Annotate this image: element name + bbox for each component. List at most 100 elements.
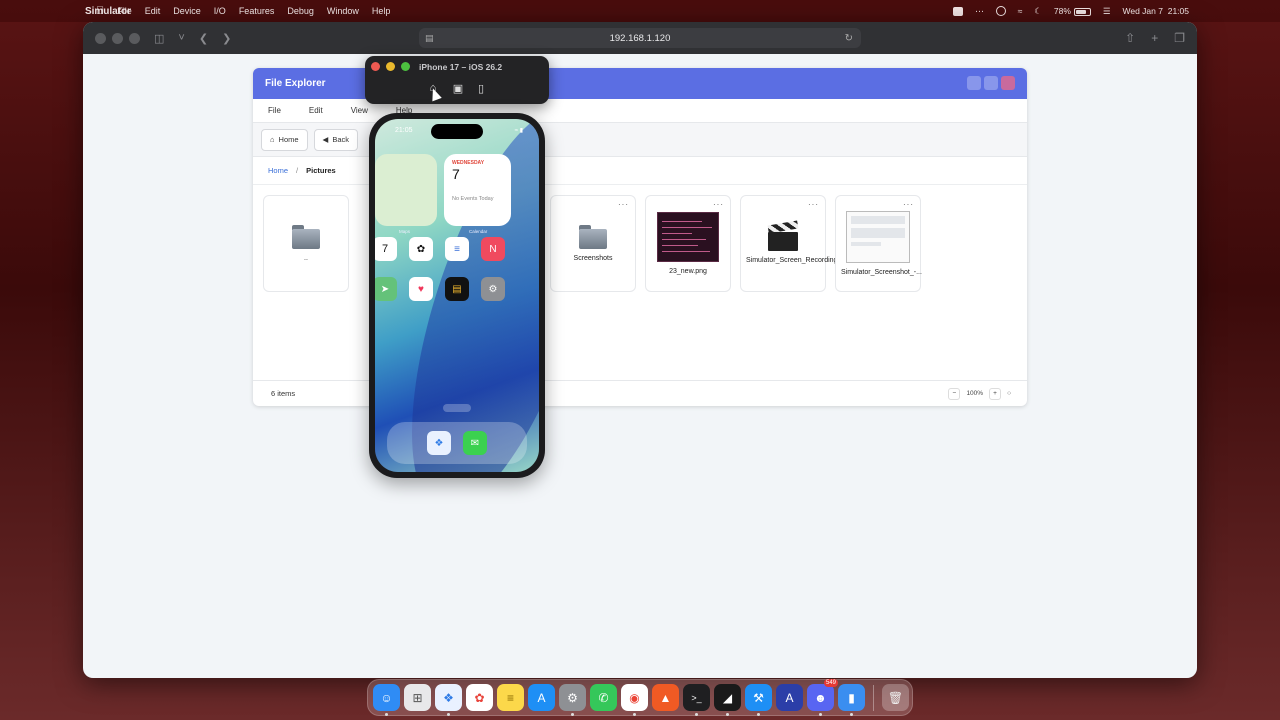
cursor-app-icon[interactable]: ◢ (714, 684, 741, 716)
file-name: 23_new.png (669, 267, 707, 275)
screenshot-icon[interactable]: ▣ (450, 82, 466, 95)
safari-app-icon[interactable]: ❖ (427, 431, 451, 455)
photos-app-icon[interactable]: ✿ (409, 237, 433, 261)
menu-clock[interactable]: Wed Jan 7 21:05 (1123, 6, 1190, 16)
notes-icon[interactable]: ≡ (497, 684, 524, 711)
app-store-icon[interactable]: A (528, 684, 555, 711)
menu-window[interactable]: Window (327, 6, 359, 16)
menu-features[interactable]: Features (239, 6, 275, 16)
share-icon[interactable]: ⇧ (1125, 31, 1135, 45)
menu-edit[interactable]: Edit (145, 6, 161, 16)
fe-menu-view[interactable]: View (351, 106, 368, 115)
close-dot[interactable] (95, 32, 106, 44)
news-app-icon[interactable]: N (481, 237, 505, 261)
finder-icon[interactable]: ☺ (373, 684, 400, 716)
zoom-reset-button[interactable]: ○ (1007, 390, 1011, 397)
file-tile-recording[interactable]: ··· Simulator_Screen_Recording_-... (740, 195, 850, 292)
maps-app-icon[interactable]: ➤ (375, 277, 397, 301)
discord-icon[interactable]: ☻ 549 (807, 679, 838, 716)
battery-status[interactable]: 78% (1054, 6, 1091, 16)
widget-label-maps: Maps (399, 229, 411, 234)
address-bar[interactable]: ▤ 192.168.1.120 ↻ (419, 28, 861, 48)
minimize-button[interactable] (967, 76, 981, 90)
breadcrumb-separator: / (296, 166, 299, 175)
fe-menu-edit[interactable]: Edit (309, 106, 323, 115)
control-center-icon[interactable]: ☰ (1103, 6, 1111, 17)
rotate-icon[interactable]: ▯ (473, 82, 489, 95)
status-app-icon[interactable] (953, 6, 964, 16)
close-button[interactable] (1001, 76, 1015, 90)
sim-zoom-dot[interactable] (401, 62, 410, 71)
more-icon[interactable]: ··· (713, 200, 724, 209)
minimize-dot[interactable] (112, 32, 123, 44)
more-icon[interactable]: ··· (808, 200, 819, 209)
menu-io[interactable]: I/O (214, 6, 226, 16)
photos-icon[interactable]: ✿ (466, 684, 493, 711)
health-app-icon[interactable]: ♥ (409, 277, 433, 301)
chrome-icon[interactable]: ◉ (621, 684, 648, 716)
wallet-app-icon[interactable]: ▤ (445, 277, 469, 301)
wifi-icon[interactable]: ≈ (1018, 6, 1023, 16)
calendar-widget[interactable]: WEDNESDAY 7 No Events Today (444, 154, 511, 226)
fe-menu-file[interactable]: File (268, 106, 281, 115)
page-indicator[interactable] (443, 404, 471, 412)
play-circle-icon[interactable] (995, 6, 1006, 16)
more-icon[interactable]: ··· (903, 200, 914, 209)
clapperboard-icon (767, 219, 799, 251)
phone-status-icons: ≈ ▮ (514, 128, 523, 134)
launchpad-icon[interactable]: ⊞ (404, 684, 431, 711)
reminders-app-icon[interactable]: ≡ (445, 237, 469, 261)
menu-device[interactable]: Device (173, 6, 201, 16)
more-icon[interactable]: ··· (618, 200, 629, 209)
moon-icon[interactable]: ☾ (1034, 6, 1042, 17)
file-tile-screenshot[interactable]: ··· Simulator_Screenshot_-... (835, 195, 922, 292)
menu-help[interactable]: Help (372, 6, 391, 16)
macos-dock: ☺ ⊞ ❖ ✿ ≡ A ⚙ ✆ ◉ ▲ >_ ◢ ⚒ A ☻ 549 ▮ 🗑 (367, 679, 913, 716)
back-icon[interactable]: ❮ (199, 32, 208, 45)
sidebar-icon[interactable]: ◫ (154, 32, 164, 45)
zoom-out-button[interactable]: − (948, 387, 961, 400)
calendar-app-icon[interactable]: 7 (375, 237, 397, 261)
phone-dock: ❖ ✉ (387, 422, 527, 464)
iphone-screen[interactable]: 21:05 ≈ ▮ Maps WEDNESDAY 7 No Events Tod… (375, 119, 539, 472)
terminal-icon[interactable]: >_ (683, 684, 710, 716)
new-tab-icon[interactable]: + (1151, 31, 1158, 45)
page-settings-icon[interactable]: ▤ (425, 33, 434, 44)
simulator-icon[interactable]: ▮ (838, 684, 865, 716)
sim-close-dot[interactable] (371, 62, 380, 71)
file-tile-parent[interactable]: .. (263, 195, 349, 292)
file-tile-23-new[interactable]: ··· 23_new.png (645, 195, 731, 292)
dock-separator (873, 684, 874, 711)
folder-icon (579, 224, 607, 249)
breadcrumb-current: Pictures (306, 166, 336, 175)
simulator-title: iPhone 17 – iOS 26.2 (419, 62, 503, 72)
settings-app-icon[interactable]: ⚙ (481, 277, 505, 301)
zoom-in-button[interactable]: + (989, 387, 1002, 400)
arc-icon[interactable]: A (776, 684, 803, 711)
maximize-button[interactable] (984, 76, 998, 90)
chevron-down-icon[interactable]: ˅ (178, 32, 184, 44)
tab-overview-icon[interactable]: ❐ (1174, 31, 1185, 45)
xcode-icon[interactable]: ⚒ (745, 684, 772, 716)
maps-widget[interactable] (375, 154, 437, 226)
whatsapp-icon[interactable]: ✆ (590, 684, 617, 711)
menu-debug[interactable]: Debug (287, 6, 314, 16)
back-button[interactable]: ◀ Back (313, 128, 359, 151)
zoom-level: 100% (966, 390, 984, 397)
brave-icon[interactable]: ▲ (652, 684, 679, 711)
forward-icon[interactable]: ❯ (222, 32, 231, 45)
browser-window: ◫ ˅ ❮ ❯ ▤ 192.168.1.120 ↻ ⇧ + ❐ File Exp… (83, 22, 1197, 678)
safari-icon[interactable]: ❖ (435, 684, 462, 716)
file-tile-screenshots[interactable]: ··· Screenshots (550, 195, 636, 292)
breadcrumb-home[interactable]: Home (268, 166, 288, 175)
menu-app-name[interactable]: Simulator (85, 0, 131, 23)
folder-icon (292, 224, 320, 249)
messages-app-icon[interactable]: ✉ (463, 431, 487, 455)
dots-icon[interactable]: ⋯ (975, 6, 984, 17)
home-button[interactable]: ⌂ Home (261, 128, 308, 151)
sim-minimize-dot[interactable] (386, 62, 395, 71)
zoom-dot[interactable] (129, 32, 140, 44)
system-settings-icon[interactable]: ⚙ (559, 684, 586, 716)
reload-icon[interactable]: ↻ (845, 33, 853, 44)
trash-icon[interactable]: 🗑 (882, 684, 909, 711)
